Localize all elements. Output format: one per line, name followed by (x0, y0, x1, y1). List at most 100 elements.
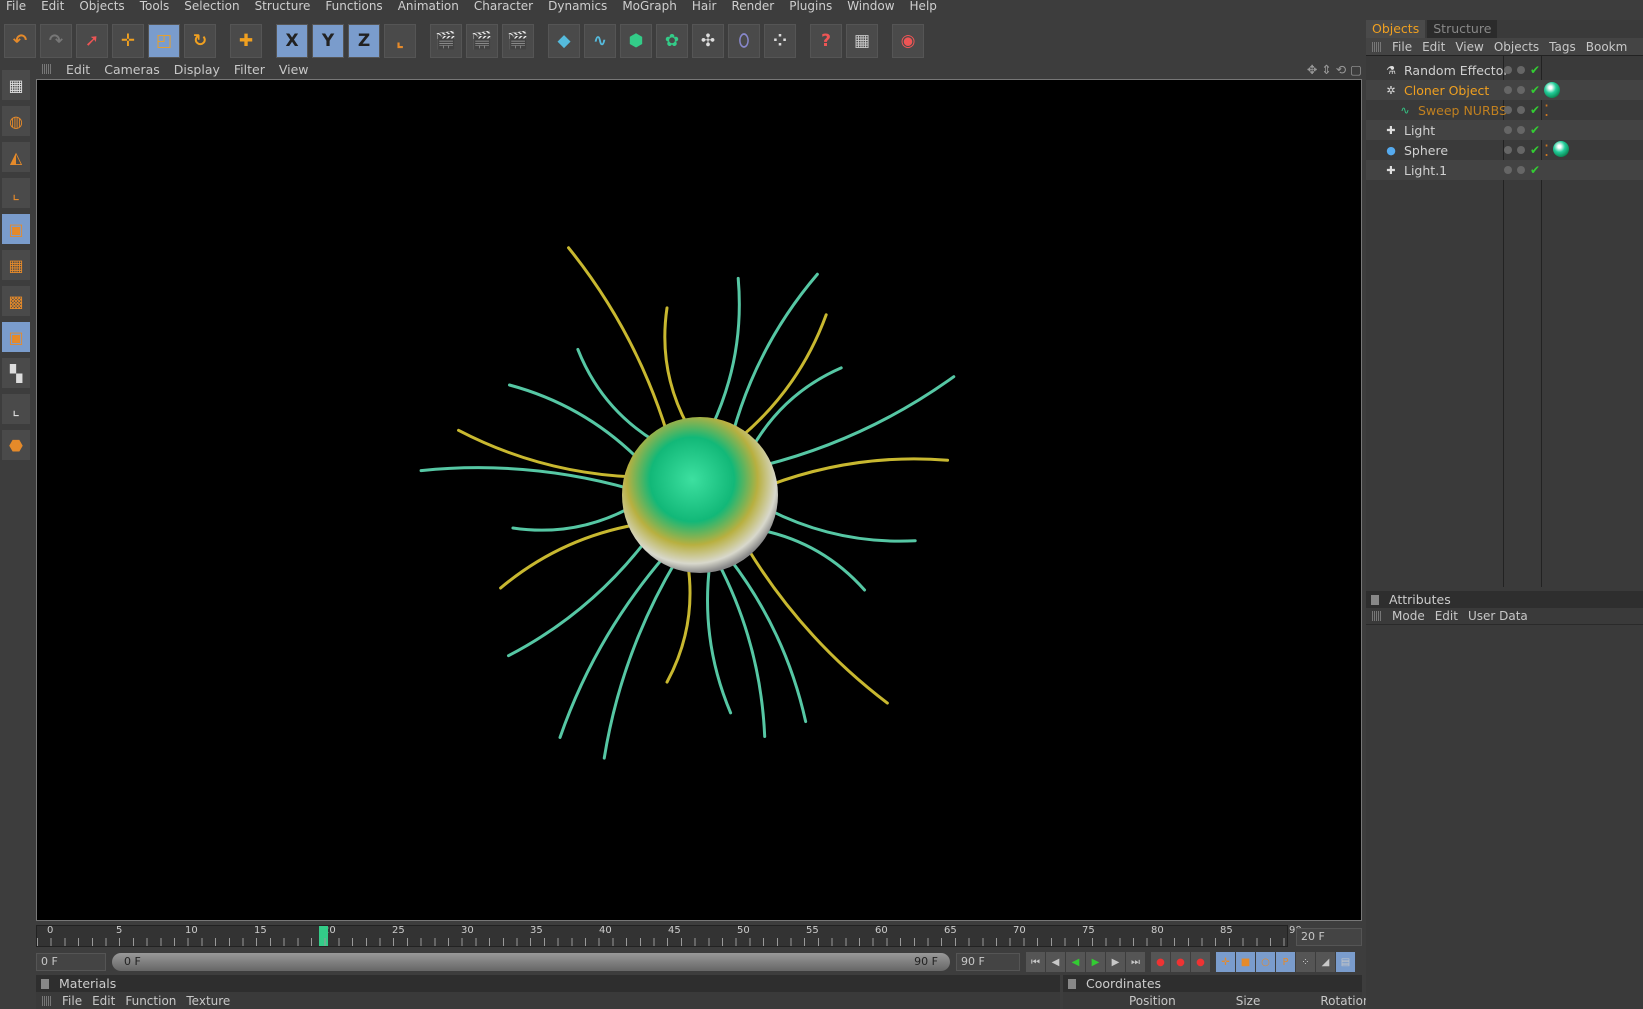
previous-key-icon[interactable]: ◀ (1046, 952, 1065, 972)
timeline-ruler[interactable]: 051015202530354045505560657075808590 (36, 925, 1302, 947)
3d-viewport[interactable] (36, 79, 1362, 921)
render-dot[interactable] (1517, 106, 1525, 114)
materials-menu-texture[interactable]: Texture (186, 994, 230, 1008)
next-key-icon[interactable]: ▶ (1106, 952, 1125, 972)
sculpt-icon[interactable]: ⬣ (2, 430, 30, 460)
menu-tools[interactable]: Tools (134, 0, 179, 14)
viewport-menu-edit[interactable]: Edit (66, 62, 90, 77)
render-settings-icon[interactable]: 🎬 (502, 24, 534, 58)
coordinates-column-size[interactable]: Size (1236, 994, 1261, 1008)
points-mode-icon[interactable]: ▣ (2, 214, 30, 244)
menu-hair[interactable]: Hair (686, 0, 726, 14)
menu-structure[interactable]: Structure (249, 0, 320, 14)
object-row[interactable]: ✚ Light.1 ✔ (1366, 160, 1643, 180)
key-rotation-icon[interactable]: ○ (1256, 952, 1275, 972)
record-icon[interactable]: ● (1151, 952, 1170, 972)
material-tag-icon[interactable] (1553, 140, 1570, 157)
play-forward-icon[interactable]: ▶ (1086, 952, 1105, 972)
enabled-check-icon[interactable]: ✔ (1530, 143, 1540, 157)
enabled-check-icon[interactable]: ✔ (1530, 123, 1540, 137)
play-backward-icon[interactable]: ◀ (1066, 952, 1085, 972)
key-pla-icon[interactable]: ⁘ (1296, 952, 1315, 972)
help-icon[interactable]: ? (810, 24, 842, 58)
deformer-icon[interactable]: ✣ (692, 24, 724, 58)
visibility-dot[interactable] (1504, 146, 1512, 154)
render-dot[interactable] (1517, 126, 1525, 134)
scene-icon[interactable]: ⬯ (728, 24, 760, 58)
grip-icon[interactable] (42, 64, 52, 74)
panel-handle-icon[interactable] (1068, 978, 1076, 989)
keyframe-selection-icon[interactable]: ● (1191, 952, 1210, 972)
texture-mode-icon[interactable]: ▣ (2, 322, 30, 352)
key-parameter-icon[interactable]: P (1276, 952, 1295, 972)
timeline-icon[interactable]: ▦ (846, 24, 878, 58)
timeline-window-icon[interactable]: ▤ (1336, 952, 1355, 972)
tab-structure[interactable]: Structure (1427, 20, 1498, 38)
axis-mode-icon[interactable]: ⌞ (2, 178, 30, 208)
enabled-check-icon[interactable]: ✔ (1530, 63, 1540, 77)
grip-icon[interactable] (1372, 41, 1382, 52)
materials-menu-function[interactable]: Function (125, 994, 176, 1008)
end-frame-field[interactable]: 90 F (956, 953, 1020, 971)
material-tag-icon[interactable] (1544, 82, 1560, 98)
enabled-check-icon[interactable]: ✔ (1530, 163, 1540, 177)
menu-file[interactable]: File (0, 0, 35, 14)
cube-icon[interactable]: ◆ (548, 24, 580, 58)
start-frame-field[interactable]: 0 F (36, 953, 106, 971)
key-mode-icon[interactable]: ◢ (1316, 952, 1335, 972)
particles-icon[interactable]: ⁘ (764, 24, 796, 58)
frame-range-slider[interactable]: 0 F 90 F (112, 953, 950, 971)
rotate-icon[interactable]: ↻ (184, 24, 216, 58)
attributes-menu-mode[interactable]: Mode (1392, 609, 1425, 623)
menu-edit[interactable]: Edit (35, 0, 73, 14)
tab-objects[interactable]: Objects (1366, 20, 1426, 38)
array-icon[interactable]: ✿ (656, 24, 688, 58)
attributes-menu-edit[interactable]: Edit (1435, 609, 1458, 623)
menu-help[interactable]: Help (904, 0, 946, 14)
current-frame-field[interactable]: 20 F (1296, 928, 1362, 946)
objects-menu-objects[interactable]: Objects (1494, 40, 1539, 54)
go-to-start-icon[interactable]: ⏮ (1026, 952, 1045, 972)
y-axis-icon[interactable]: Y (312, 24, 344, 58)
visibility-dot[interactable] (1504, 106, 1512, 114)
coordinate-system-icon[interactable]: ⌞ (384, 24, 416, 58)
menu-functions[interactable]: Functions (319, 0, 391, 14)
render-picture-icon[interactable]: 🎬 (466, 24, 498, 58)
enabled-check-icon[interactable]: ✔ (1530, 103, 1540, 117)
object-row[interactable]: ✲ Cloner Object ✔ (1366, 80, 1643, 100)
viewport-menu-view[interactable]: View (279, 62, 309, 77)
viewport-nav-icons[interactable]: ✥ ⇕ ⟲ ▢ (1307, 62, 1362, 77)
render-dot[interactable] (1517, 86, 1525, 94)
enabled-check-icon[interactable]: ✔ (1530, 83, 1540, 97)
polygons-mode-icon[interactable]: ▩ (2, 286, 30, 316)
viewport-layout-icon[interactable]: ▦ (2, 70, 30, 100)
materials-menu-file[interactable]: File (62, 994, 82, 1008)
visibility-dot[interactable] (1504, 66, 1512, 74)
render-view-icon[interactable]: 🎬 (430, 24, 462, 58)
visibility-dot[interactable] (1504, 166, 1512, 174)
objects-menu-edit[interactable]: Edit (1422, 40, 1445, 54)
viewport-menu-filter[interactable]: Filter (234, 62, 265, 77)
visibility-dot[interactable] (1504, 86, 1512, 94)
phong-tag-icon[interactable]: ⁚ (1544, 141, 1549, 160)
add-icon[interactable]: ✚ (230, 24, 262, 58)
objects-menu-bookm[interactable]: Bookm (1586, 40, 1628, 54)
coordinates-column-rotation[interactable]: Rotation (1320, 994, 1370, 1008)
panel-handle-icon[interactable] (41, 978, 49, 989)
key-position-icon[interactable]: ✛ (1216, 952, 1235, 972)
menu-plugins[interactable]: Plugins (783, 0, 841, 14)
x-axis-icon[interactable]: X (276, 24, 308, 58)
move-icon[interactable]: ✛ (112, 24, 144, 58)
menu-objects[interactable]: Objects (73, 0, 133, 14)
materials-menu-edit[interactable]: Edit (92, 994, 115, 1008)
grip-icon[interactable] (42, 995, 52, 1006)
spline-icon[interactable]: ∿ (584, 24, 616, 58)
attributes-menu-user-data[interactable]: User Data (1468, 609, 1528, 623)
viewport-menu-display[interactable]: Display (174, 62, 220, 77)
phong-tag-icon[interactable]: ⁚ (1544, 101, 1549, 120)
menu-character[interactable]: Character (468, 0, 542, 14)
key-scale-icon[interactable]: ■ (1236, 952, 1255, 972)
menu-mograph[interactable]: MoGraph (616, 0, 686, 14)
z-axis-icon[interactable]: Z (348, 24, 380, 58)
visibility-dot[interactable] (1504, 126, 1512, 134)
